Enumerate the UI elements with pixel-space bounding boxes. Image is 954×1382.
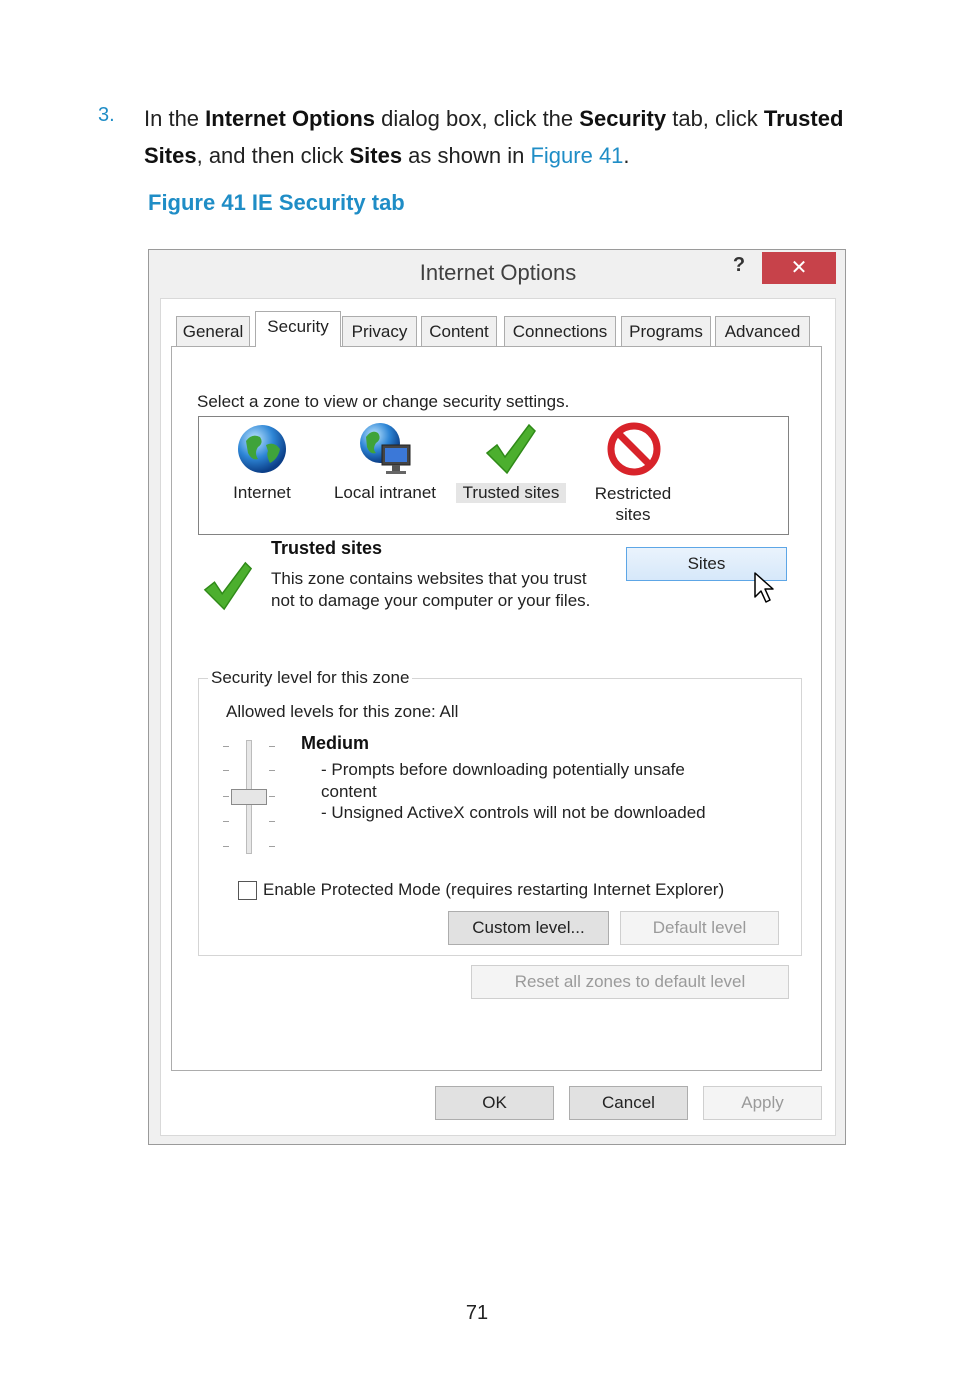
reset-all-zones-button[interactable]: Reset all zones to default level [471, 965, 789, 999]
tab-content[interactable]: Content [421, 316, 497, 346]
restricted-icon[interactable] [607, 422, 661, 476]
globe-icon[interactable] [236, 423, 288, 475]
zone-label-restricted-sites[interactable]: Restricted sites [579, 483, 687, 525]
default-level-button[interactable]: Default level [620, 911, 779, 945]
tab-security[interactable]: Security [255, 311, 341, 347]
security-level-bullet: - Prompts before downloading potentially… [321, 760, 685, 801]
slider-thumb[interactable] [231, 789, 267, 805]
page-number: 71 [465, 1302, 489, 1324]
tab-programs[interactable]: Programs [621, 316, 711, 346]
security-level-legend: Security level for this zone [208, 668, 413, 688]
cancel-button[interactable]: Cancel [569, 1086, 688, 1120]
intranet-globe-icon[interactable] [358, 421, 416, 477]
zone-label-trusted-sites[interactable]: Trusted sites [456, 483, 566, 503]
security-level-bullet: - Unsigned ActiveX controls will not be … [321, 803, 706, 822]
selected-zone-title: Trusted sites [271, 538, 383, 558]
selected-zone-checkmark-icon [201, 560, 255, 612]
tab-privacy[interactable]: Privacy [342, 316, 417, 346]
internet-options-dialog: Internet Options ? ✕ General Security Pr… [148, 249, 846, 1145]
tab-general[interactable]: General [176, 316, 250, 346]
step-instruction: In the Internet Options dialog box, clic… [144, 106, 844, 168]
select-zone-instruction: Select a zone to view or change security… [197, 392, 570, 411]
close-button[interactable]: ✕ [762, 252, 836, 284]
selected-zone-description: This zone contains websites that you tru… [271, 569, 591, 610]
allowed-levels-text: Allowed levels for this zone: All [226, 702, 459, 721]
tab-advanced[interactable]: Advanced [715, 316, 810, 346]
security-level-name: Medium [301, 733, 370, 753]
ok-button[interactable]: OK [435, 1086, 554, 1120]
custom-level-button[interactable]: Custom level... [448, 911, 609, 945]
mouse-cursor-icon [753, 571, 777, 605]
help-button[interactable]: ? [729, 254, 749, 277]
apply-button[interactable]: Apply [703, 1086, 822, 1120]
zone-label-local-intranet[interactable]: Local intranet [325, 483, 445, 503]
protected-mode-label[interactable]: Enable Protected Mode (requires restarti… [263, 880, 724, 900]
protected-mode-checkbox[interactable] [238, 881, 257, 900]
checkmark-icon[interactable] [483, 423, 539, 475]
zone-label-internet[interactable]: Internet [223, 483, 301, 503]
step-number: 3. [98, 104, 115, 126]
figure-caption: Figure 41 IE Security tab [148, 190, 405, 215]
tab-connections[interactable]: Connections [504, 316, 616, 346]
figure-link[interactable]: Figure 41 [530, 143, 623, 168]
